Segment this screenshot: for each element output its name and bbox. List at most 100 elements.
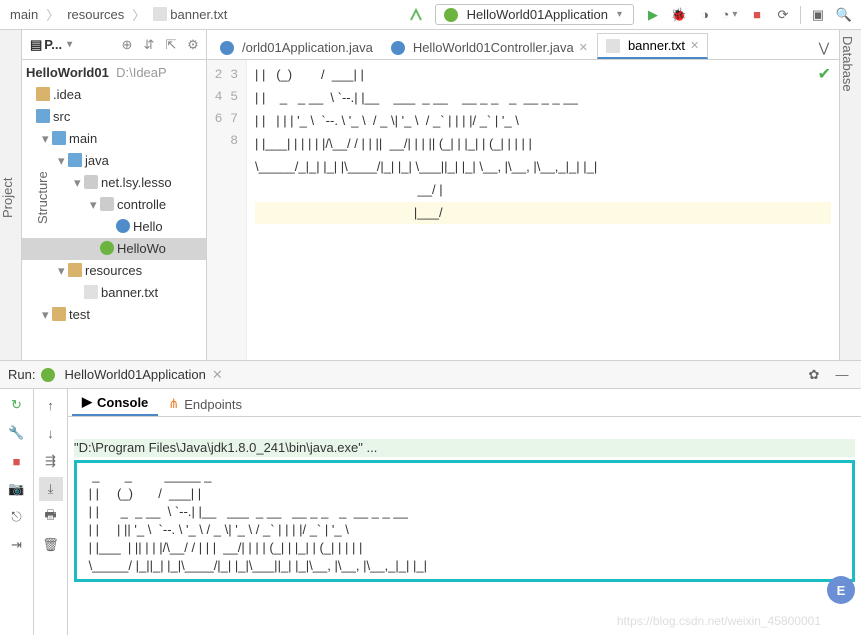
pkg-icon (84, 175, 98, 189)
project-tool-tab[interactable]: Project (0, 36, 15, 360)
sb-icon (100, 241, 114, 255)
chevron-down-icon: ▾ (614, 9, 625, 20)
endpoints-tab[interactable]: ⋔Endpoints (158, 392, 252, 416)
expand-all-icon[interactable]: ⇵ (140, 36, 158, 54)
node-label: Hello (133, 219, 163, 234)
crumb-sep-icon: 〉 (130, 5, 147, 24)
node-label: src (53, 109, 70, 124)
rerun-button[interactable]: ↻ (5, 393, 29, 417)
debug-button[interactable]: 🐞 (668, 4, 690, 26)
settings-icon[interactable]: ⚙ (184, 36, 202, 54)
run-button[interactable]: ▶ (642, 4, 664, 26)
select-opened-file-icon[interactable]: ⊕ (118, 36, 136, 54)
exe-line: "D:\Program Files\Java\jdk1.8.0_241\bin\… (74, 439, 855, 457)
console-icon: ▶ (82, 394, 92, 410)
main-toolbar: main 〉 resources 〉 banner.txt HelloWorld… (0, 0, 861, 30)
tab-application-java[interactable]: /orld01Application.java (211, 35, 382, 59)
console-output[interactable]: "D:\Program Files\Java\jdk1.8.0_241\bin\… (68, 417, 861, 635)
editor-pane: /orld01Application.java HelloWorld01Cont… (207, 30, 839, 360)
crumb-main[interactable]: main (6, 5, 42, 24)
clear-button[interactable]: 🗑 (39, 533, 63, 557)
e-badge-icon: E (827, 576, 855, 604)
stop-button[interactable]: ■ (746, 4, 768, 26)
endpoints-icon: ⋔ (168, 396, 179, 412)
update-button[interactable]: ⟳ (772, 4, 794, 26)
down-button[interactable]: ↓ (39, 421, 63, 445)
run-header: Run: HelloWorld01Application ✕ ✿ — (0, 361, 861, 389)
fold-icon (68, 263, 82, 277)
run-title-label: Run: (8, 367, 35, 382)
search-button[interactable]: 🔍 (833, 4, 855, 26)
left-tool-stripe: Project Structure (0, 30, 22, 360)
hide-run-button[interactable]: — (831, 364, 853, 386)
tab-banner-txt[interactable]: banner.txt ✕ (597, 33, 708, 59)
node-label: resources (85, 263, 142, 278)
editor-tabs: /orld01Application.java HelloWorld01Cont… (207, 30, 839, 60)
crumb-resources[interactable]: resources (63, 5, 128, 24)
class-icon (220, 41, 234, 55)
scroll-end-button[interactable]: ⤓ (39, 477, 63, 501)
crumb-sep-icon: 〉 (44, 5, 61, 24)
fold-b-icon (68, 153, 82, 167)
spring-boot-icon (41, 368, 55, 382)
close-run-tab-icon[interactable]: ✕ (212, 367, 223, 383)
print-button[interactable]: 🖶 (39, 505, 63, 529)
close-icon[interactable]: ✕ (579, 41, 588, 54)
pkg-icon (100, 197, 114, 211)
tab-label: banner.txt (628, 38, 685, 53)
stop-button[interactable]: ■ (5, 449, 29, 473)
run-config-selector[interactable]: HelloWorld01Application ▾ (435, 4, 634, 25)
run-config-name[interactable]: HelloWorld01Application (64, 367, 205, 382)
fold-icon (52, 307, 66, 321)
run-settings-icon[interactable]: ✿ (803, 364, 825, 386)
text-file-icon (606, 39, 620, 53)
close-icon[interactable]: ✕ (690, 39, 699, 52)
editor-gutter[interactable]: 2 3 4 5 6 7 8 (207, 60, 247, 360)
banner-output-box: _ _ _____ _ | | (_) / ___| | | | _ _ __ … (74, 460, 855, 582)
run-left-toolbar: ↻ 🔧 ■ 📷 ⎋ ⇥ (0, 389, 34, 635)
inspection-ok-icon[interactable]: ✔ (818, 64, 831, 84)
watermark-label: https://blog.csdn.net/weixin_45800001 (617, 614, 821, 628)
breadcrumbs: main 〉 resources 〉 banner.txt (6, 5, 231, 24)
node-label: banner.txt (101, 285, 158, 300)
node-label: net.lsy.lesso (101, 175, 172, 190)
spring-boot-icon (444, 8, 458, 22)
fold-b-icon (52, 131, 66, 145)
up-button[interactable]: ↑ (39, 393, 63, 417)
text-file-icon (153, 7, 167, 21)
console-tabs: ▶Console ⋔Endpoints (68, 389, 861, 417)
cls-icon (116, 219, 130, 233)
project-view-selector[interactable]: ▤ P...▾ (26, 37, 79, 53)
run-config-label: HelloWorld01Application (467, 7, 608, 22)
tab-controller-java[interactable]: HelloWorld01Controller.java ✕ (382, 35, 597, 59)
node-label: java (85, 153, 109, 168)
coverage-button[interactable]: ◑ (694, 4, 716, 26)
database-tool-tab[interactable]: Database (840, 36, 855, 360)
node-label: main (69, 131, 97, 146)
layout-button[interactable]: ⇥ (5, 533, 29, 557)
editor-code-area[interactable]: | | (_) / ___| | | | _ _ __ \ `--.| |__ … (247, 60, 839, 360)
soft-wrap-button[interactable]: ⇶ (39, 449, 63, 473)
node-label: test (69, 307, 90, 322)
build-button[interactable] (405, 4, 427, 26)
tab-label: HelloWorld01Controller.java (413, 40, 574, 55)
crumb-file[interactable]: banner.txt (149, 5, 231, 24)
node-label: .idea (53, 87, 81, 102)
txt-icon (84, 285, 98, 299)
module-path-label: D:\IdeaP (112, 65, 166, 80)
wrench-button[interactable]: 🔧 (5, 421, 29, 445)
dump-button[interactable]: 📷 (5, 477, 29, 501)
node-label: controlle (117, 197, 166, 212)
structure-tool-tab[interactable]: Structure (35, 36, 50, 360)
profile-button[interactable]: ◔▾ (720, 4, 742, 26)
run-mid-toolbar: ↑ ↓ ⇶ ⤓ 🖶 🗑 (34, 389, 68, 635)
console-tab[interactable]: ▶Console (72, 390, 158, 416)
node-label: HelloWo (117, 241, 166, 256)
run-tool-window: Run: HelloWorld01Application ✕ ✿ — ↻ 🔧 ■… (0, 360, 861, 635)
tab-label: /orld01Application.java (242, 40, 373, 55)
right-tool-stripe: Database m Maven (839, 30, 861, 360)
tabs-dropdown-button[interactable]: ⋁ (813, 37, 835, 59)
exit-button[interactable]: ⎋ (5, 505, 29, 529)
collapse-all-icon[interactable]: ⇱ (162, 36, 180, 54)
vcs-button[interactable]: ▣ (807, 4, 829, 26)
